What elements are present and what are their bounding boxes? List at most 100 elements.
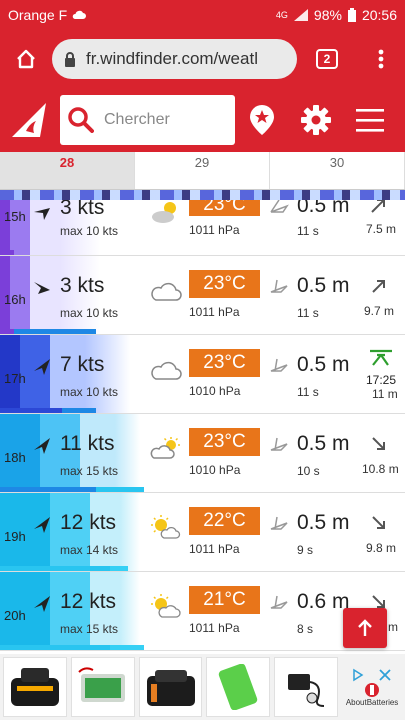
lock-icon (65, 51, 75, 67)
hour-label: 16h (4, 292, 26, 307)
hamburger-icon (356, 109, 384, 132)
wind-speed: 3 kts (60, 274, 105, 297)
wind-gust: max 15 kts (60, 622, 119, 636)
wave-height: 0.5 m (297, 200, 350, 217)
advertiser-logo[interactable]: AboutBatteries (342, 657, 402, 717)
tide-up-arrow-icon (371, 200, 385, 213)
wind-gust: max 10 kts (60, 306, 119, 320)
gust-strength-bar (110, 645, 144, 650)
partly-sunny-icon (151, 594, 181, 618)
hour-label: 18h (4, 450, 26, 465)
search-placeholder: Chercher (104, 111, 170, 128)
carrier-name: Orange F (8, 7, 68, 23)
tide-height: 9.8 m (366, 541, 397, 555)
wave-period: 8 s (297, 622, 314, 636)
tide-height: m (388, 620, 398, 634)
site-header: Chercher (0, 88, 405, 152)
wave-height: 0.5 m (297, 511, 350, 534)
wind-direction-arrow-icon (34, 282, 50, 294)
gust-strength-bar (96, 487, 144, 492)
home-button[interactable] (0, 30, 52, 88)
day-tab-30[interactable]: 30 (270, 152, 405, 189)
temperature: 23°C (189, 349, 260, 377)
wind-gust: max 10 kts (60, 385, 119, 399)
forecast-row-19h[interactable]: 19h 12 kts max 14 kts 22°C 1011 hPa 0.5 … (0, 493, 405, 572)
wind-direction-arrow-icon (34, 517, 50, 533)
wave-direction-icon (270, 437, 288, 451)
ad-product-nimh-pack[interactable] (206, 657, 271, 717)
gust-strength-bar (14, 329, 96, 334)
url-text: fr.windfinder.com/weatl (86, 49, 258, 68)
wind-speed: 7 kts (60, 353, 105, 376)
favorites-button[interactable] (235, 88, 289, 152)
address-bar[interactable]: fr.windfinder.com/weatl (52, 39, 297, 79)
browser-toolbar: fr.windfinder.com/weatl 2 (0, 30, 405, 88)
wave-direction-icon (270, 516, 288, 530)
pressure: 1011 hPa (189, 223, 240, 237)
battery-pack-image (219, 664, 258, 710)
hour-label: 20h (4, 608, 26, 623)
wind-direction-arrow-icon (34, 438, 50, 454)
pressure: 1011 hPa (189, 305, 240, 319)
wind-strength-bar (0, 487, 96, 492)
tide-height: 11 m (372, 387, 398, 401)
partly-sunny-icon (152, 202, 176, 223)
tide-up-arrow-icon (372, 280, 385, 293)
forecast-row-16h[interactable]: 16h 3 kts max 10 kts 23°C 1011 hPa 0.5 m… (0, 256, 405, 335)
hamburger-menu-button[interactable] (343, 88, 397, 152)
windfinder-logo[interactable] (0, 88, 60, 152)
wave-period: 11 s (297, 306, 319, 320)
scroll-to-top-button[interactable] (343, 608, 387, 648)
wind-speed: 3 kts (60, 200, 105, 219)
forecast-row-18h[interactable]: 18h 11 kts max 15 kts 23°C 1010 hPa 0.5 … (0, 414, 405, 493)
hour-label: 17h (4, 371, 26, 386)
home-icon (17, 49, 35, 69)
browser-menu-button[interactable] (357, 30, 405, 88)
temperature: 23°C (189, 428, 260, 456)
cloudy-icon (151, 282, 182, 301)
wave-height: 0.5 m (297, 274, 350, 297)
tide-down-arrow-icon (372, 516, 385, 529)
status-bar: Orange F 4G 98% 20:56 (0, 0, 405, 30)
wave-period: 9 s (297, 543, 314, 557)
charger-image (288, 674, 325, 707)
pressure: 1010 hPa (189, 384, 241, 398)
pressure: 1010 hPa (189, 463, 241, 477)
wind-speed: 12 kts (60, 590, 117, 613)
battery-icon (347, 8, 356, 22)
cloudy-icon (151, 361, 182, 380)
signal-icon (293, 9, 308, 21)
windfinder-logo-icon (12, 103, 46, 137)
day-tab-28[interactable]: 28 (0, 152, 135, 189)
wave-period: 11 s (297, 224, 319, 238)
ad-product-drill-battery[interactable] (3, 657, 67, 717)
battery-pack-image (146, 670, 195, 706)
wind-strength-bar-segment (0, 329, 14, 334)
wind-strength-bar (0, 645, 110, 650)
temperature: 21°C (189, 586, 260, 614)
wave-period: 11 s (297, 385, 319, 399)
hour-label: 15h (4, 209, 26, 224)
forecast-row-15h[interactable]: 15h 3 kts max 10 kts 23°C 1011 hPa 0.5 m… (0, 200, 405, 256)
ad-product-phone-battery[interactable] (70, 657, 135, 717)
temperature: 23°C (189, 270, 260, 298)
forecast-row-17h[interactable]: 17h 7 kts max 10 kts 23°C 1010 hPa 0.5 m… (0, 335, 405, 414)
tide-height: 9.7 m (364, 304, 395, 318)
wave-period: 10 s (297, 464, 320, 478)
wave-direction-icon (270, 200, 289, 213)
ad-product-charger[interactable] (274, 657, 339, 717)
tab-count: 2 (316, 49, 338, 69)
wind-speed: 11 kts (60, 432, 115, 455)
aboutbatteries-logo-icon (365, 682, 380, 697)
ad-banner[interactable]: AboutBatteries (0, 654, 405, 720)
tabs-button[interactable]: 2 (297, 30, 357, 88)
day-tab-29[interactable]: 29 (135, 152, 270, 189)
temperature: 23°C (189, 200, 260, 216)
high-tide-time: 17:25 (366, 373, 397, 387)
wave-direction-icon (270, 279, 288, 293)
settings-button[interactable] (289, 88, 343, 152)
search-field[interactable]: Chercher (60, 95, 235, 145)
ad-product-tool-battery[interactable] (138, 657, 203, 717)
more-vert-icon (378, 49, 384, 69)
wind-direction-arrow-icon (34, 208, 50, 220)
